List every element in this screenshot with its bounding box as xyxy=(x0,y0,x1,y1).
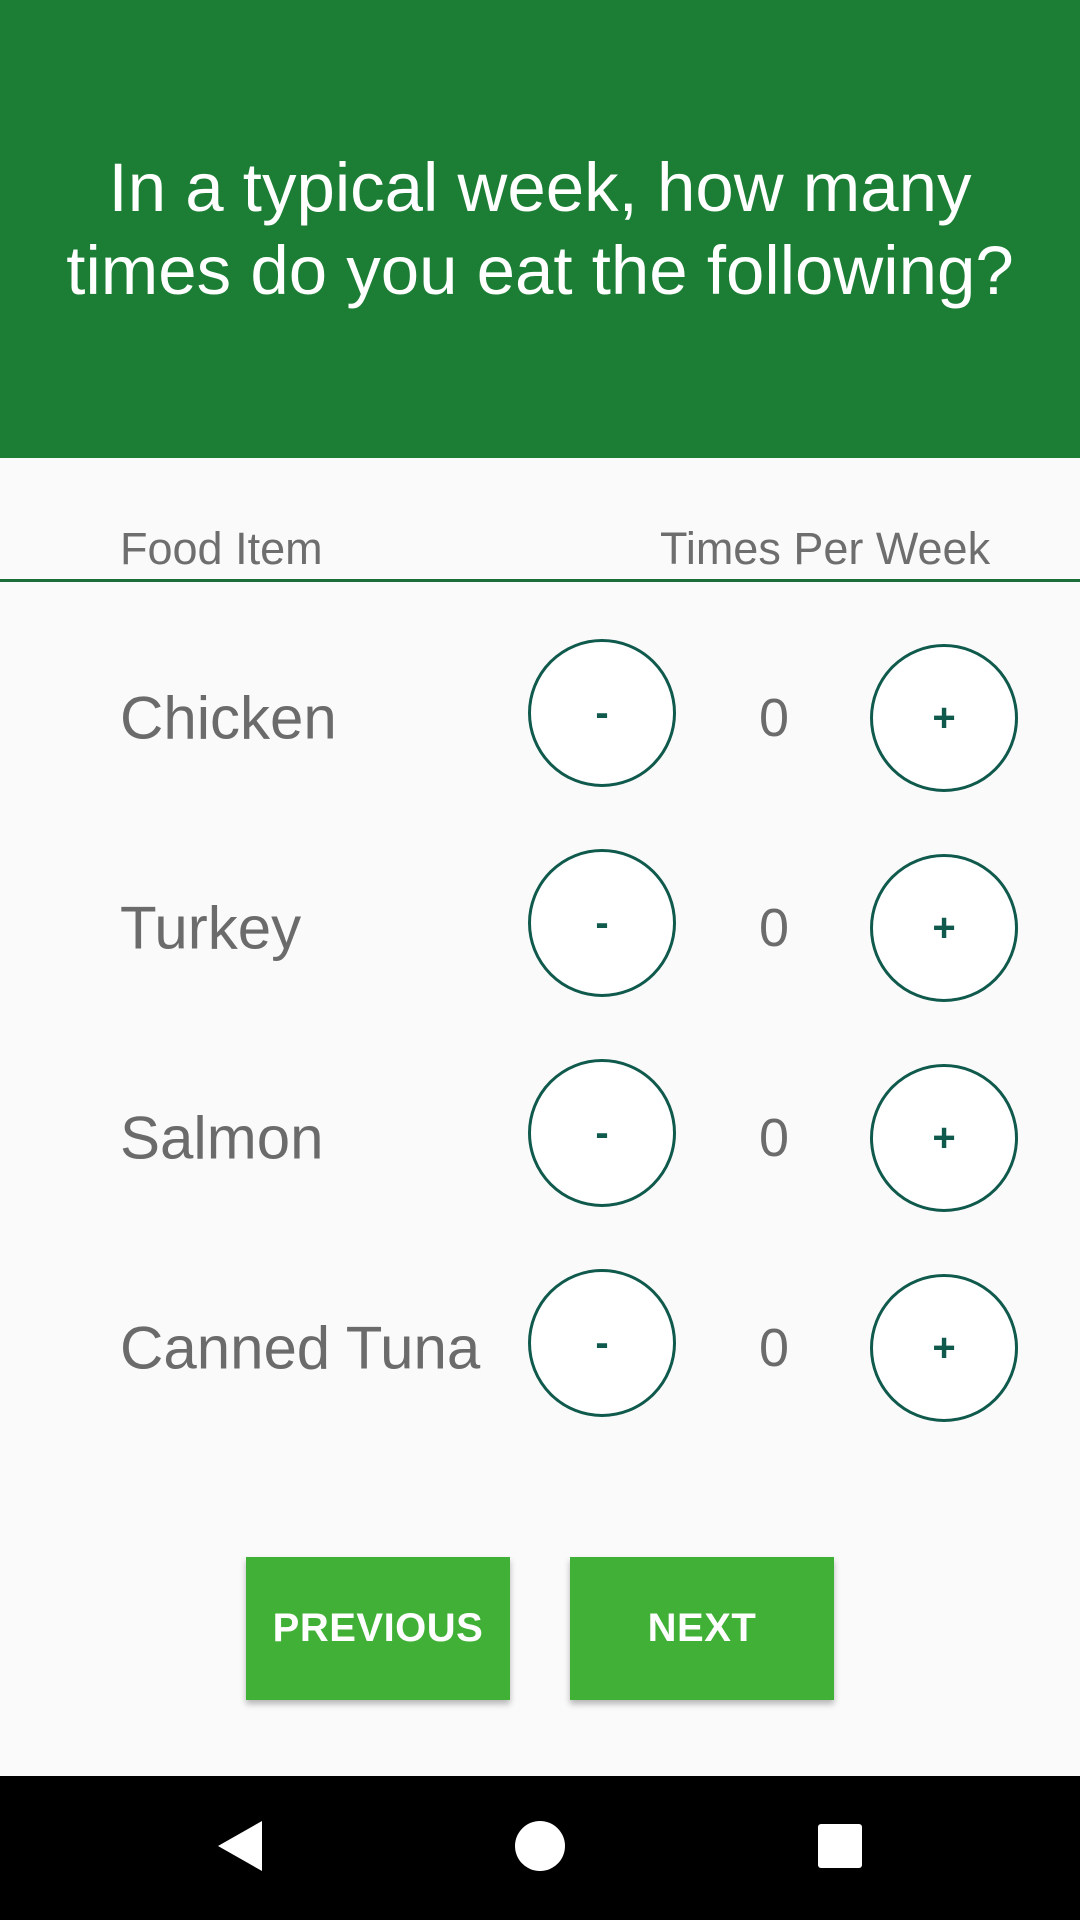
home-button[interactable] xyxy=(480,1776,600,1920)
screen: In a typical week, how many times do you… xyxy=(0,0,1080,1920)
food-row-salmon: Salmon - 0 + xyxy=(0,1059,1080,1213)
food-name: Turkey xyxy=(120,894,302,962)
times-count: 0 xyxy=(758,1108,790,1168)
previous-button[interactable]: PREVIOUS xyxy=(246,1557,510,1700)
header-divider xyxy=(0,579,1080,582)
increment-button[interactable]: + xyxy=(870,854,1018,1002)
decrement-button[interactable]: - xyxy=(528,1269,676,1417)
food-name: Chicken xyxy=(120,684,337,752)
times-count: 0 xyxy=(758,1318,790,1378)
recents-button[interactable] xyxy=(780,1776,900,1920)
back-triangle-icon xyxy=(216,1819,264,1878)
food-name: Canned Tuna xyxy=(120,1314,481,1382)
column-header-times-per-week: Times Per Week xyxy=(660,523,991,574)
question-title: In a typical week, how many times do you… xyxy=(66,149,1014,309)
decrement-button[interactable]: - xyxy=(528,639,676,787)
next-button[interactable]: NEXT xyxy=(570,1557,834,1700)
recents-square-icon xyxy=(817,1823,863,1874)
increment-button[interactable]: + xyxy=(870,1064,1018,1212)
question-header: In a typical week, how many times do you… xyxy=(0,0,1080,458)
home-circle-icon xyxy=(514,1820,566,1877)
food-row-canned-tuna: Canned Tuna - 0 + xyxy=(0,1269,1080,1423)
decrement-button[interactable]: - xyxy=(528,849,676,997)
times-count: 0 xyxy=(758,688,790,748)
column-header-food-item: Food Item xyxy=(120,523,323,574)
system-navigation-bar xyxy=(0,1776,1080,1920)
food-row-turkey: Turkey - 0 + xyxy=(0,849,1080,1003)
food-row-chicken: Chicken - 0 + xyxy=(0,639,1080,793)
back-button[interactable] xyxy=(180,1776,300,1920)
increment-button[interactable]: + xyxy=(870,644,1018,792)
decrement-button[interactable]: - xyxy=(528,1059,676,1207)
times-count: 0 xyxy=(758,898,790,958)
increment-button[interactable]: + xyxy=(870,1274,1018,1422)
food-name: Salmon xyxy=(120,1104,324,1172)
